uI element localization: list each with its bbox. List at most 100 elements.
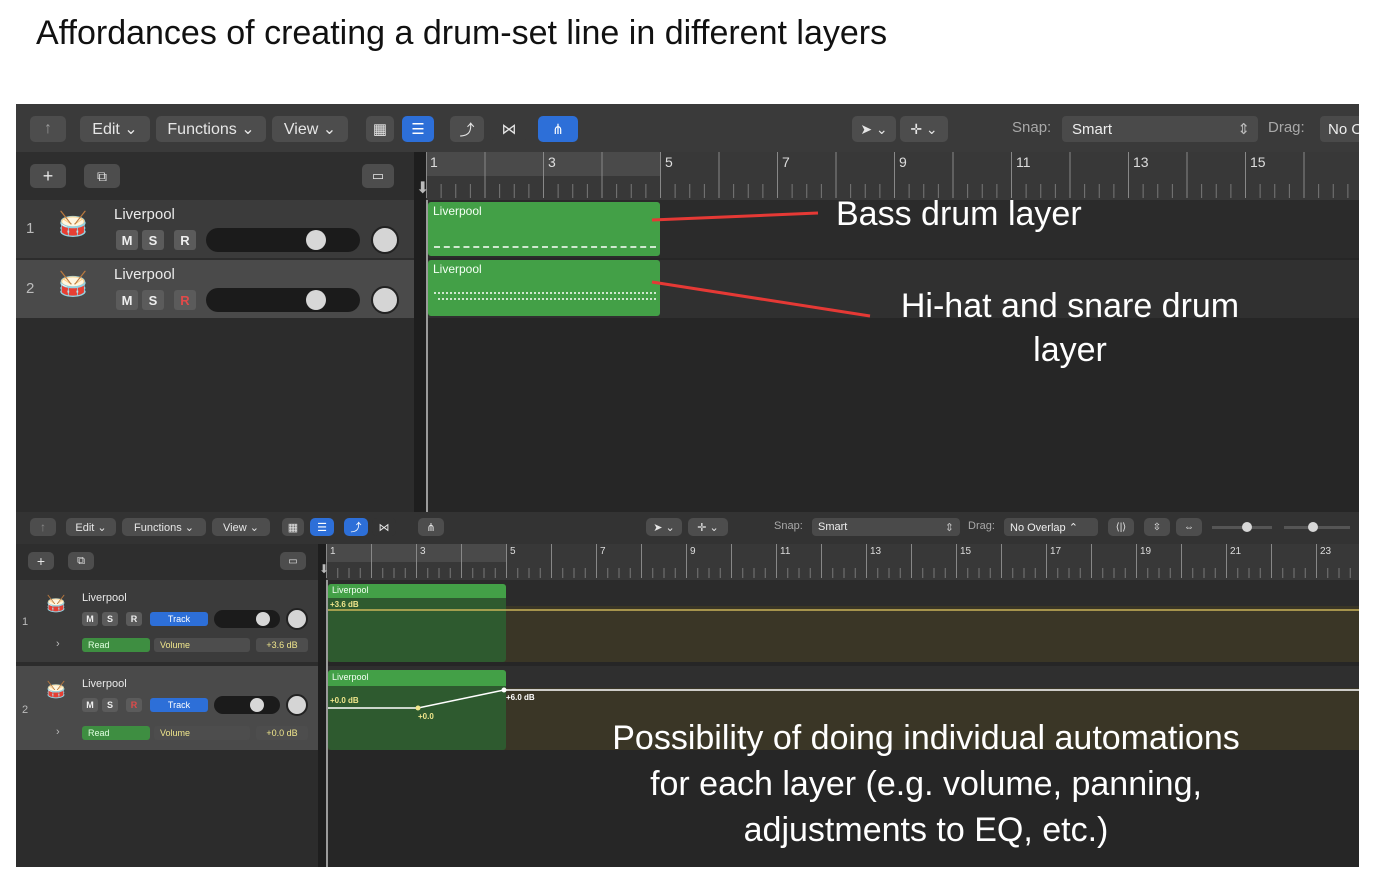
bowtie-icon[interactable]: ⋈ <box>372 518 396 536</box>
automation-value[interactable]: +3.6 dB <box>256 638 308 652</box>
volume-slider[interactable] <box>214 696 280 714</box>
snap-select[interactable]: Smart ⇕ <box>812 518 960 536</box>
automation-parameter: Volume <box>160 728 191 738</box>
snap-label: Snap: <box>774 520 803 532</box>
back-arrow-icon[interactable]: ↑ <box>30 518 56 536</box>
drag-select[interactable]: No Overlap ⌃ <box>1004 518 1098 536</box>
volume-slider-knob[interactable] <box>256 612 270 626</box>
pencil-curve-icon[interactable]: ⤴ <box>450 116 484 142</box>
track-number: 1 <box>26 220 35 237</box>
track-number: 2 <box>22 704 29 716</box>
volume-slider[interactable] <box>214 610 280 628</box>
mute-button[interactable]: M <box>116 230 138 250</box>
collapse-icon[interactable]: ▭ <box>362 164 394 188</box>
pointer-tool-icon[interactable]: ➤ ⌄ <box>852 116 896 142</box>
chevron-right-icon[interactable]: › <box>56 638 60 650</box>
solo-button[interactable]: S <box>102 612 118 626</box>
track-automation-button[interactable]: Track <box>150 612 208 626</box>
horizontal-zoom-icon[interactable]: ⇔ <box>1176 518 1202 536</box>
automation-mode-select[interactable]: Read <box>82 726 150 740</box>
waveform-zoom-icon[interactable]: ⟨|⟩ <box>1108 518 1134 536</box>
ruler-label: 23 <box>1320 546 1332 557</box>
record-button[interactable]: R <box>126 612 142 626</box>
list-icon[interactable]: ☰ <box>310 518 334 536</box>
collapse-icon[interactable]: ▭ <box>280 552 306 570</box>
view-menu[interactable]: View ⌄ <box>272 116 348 142</box>
crosshair-tool-icon[interactable]: ✛ ⌄ <box>688 518 728 536</box>
automation-mode-select[interactable]: Read <box>82 638 150 652</box>
top-track-2[interactable]: 2 🥁 Liverpool M S R <box>16 260 414 318</box>
volume-slider-knob[interactable] <box>306 290 326 310</box>
ruler-label: 5 <box>665 154 673 170</box>
volume-slider[interactable] <box>206 228 360 252</box>
automation-parameter-select[interactable]: Volume <box>154 726 250 740</box>
functions-menu[interactable]: Functions ⌄ <box>122 518 206 536</box>
playhead-icon[interactable]: ⬇ <box>416 178 436 198</box>
edit-menu[interactable]: Edit ⌄ <box>80 116 150 142</box>
ruler-label: 13 <box>870 546 882 557</box>
bottom-divider <box>318 544 326 867</box>
volume-slider[interactable] <box>206 288 360 312</box>
solo-button[interactable]: S <box>142 230 164 250</box>
vertical-zoom-icon[interactable]: ⇳ <box>1144 518 1170 536</box>
functions-menu[interactable]: Functions ⌄ <box>156 116 266 142</box>
grid-icon[interactable]: ▦ <box>366 116 394 142</box>
pan-knob[interactable] <box>371 286 399 314</box>
track-name: Liverpool <box>114 206 175 223</box>
split-tool-icon[interactable]: ⋔ <box>538 116 578 142</box>
view-menu[interactable]: View ⌄ <box>212 518 270 536</box>
automation-annotation-line-3: adjustments to EQ, etc.) <box>743 811 1109 849</box>
duplicate-icon[interactable]: ⧉ <box>68 552 94 570</box>
slider-knob[interactable] <box>1308 522 1318 532</box>
volume-slider-knob[interactable] <box>250 698 264 712</box>
pointer-tool-icon[interactable]: ➤ ⌄ <box>646 518 682 536</box>
bottom-track-1[interactable]: 1 🥁 Liverpool M S R Track › Read Volume … <box>16 580 318 662</box>
edit-menu[interactable]: Edit ⌄ <box>66 518 116 536</box>
ruler-label: 7 <box>600 546 606 557</box>
playhead-line <box>326 580 328 867</box>
automation-parameter: Volume <box>160 640 191 650</box>
horizontal-zoom-slider[interactable] <box>1284 522 1350 532</box>
pan-knob[interactable] <box>286 694 308 716</box>
vertical-zoom-slider[interactable] <box>1212 522 1272 532</box>
automation-line-track-2 <box>326 689 1359 709</box>
drum-kit-icon: 🥁 <box>46 682 66 699</box>
mute-button[interactable]: M <box>82 698 98 712</box>
bottom-toolbar: ↑ Edit ⌄ Functions ⌄ View ⌄ ▦ ☰ ⤴ ⋈ ⋔ ➤ … <box>16 512 1359 544</box>
slider-knob[interactable] <box>1242 522 1252 532</box>
automation-value[interactable]: +0.0 dB <box>256 726 308 740</box>
pencil-curve-icon[interactable]: ⤴ <box>344 518 368 536</box>
snap-value: Smart <box>818 521 848 533</box>
record-button[interactable]: R <box>126 698 142 712</box>
plus-icon[interactable]: + <box>30 164 66 188</box>
ruler-label: 19 <box>1140 546 1152 557</box>
track-automation-button[interactable]: Track <box>150 698 208 712</box>
page-title: Affordances of creating a drum-set line … <box>36 14 888 52</box>
crosshair-tool-icon[interactable]: ✛ ⌄ <box>900 116 948 142</box>
back-arrow-icon[interactable]: ↑ <box>30 116 66 142</box>
snap-select[interactable]: Smart ⇕ <box>1062 116 1258 142</box>
record-button[interactable]: R <box>174 290 196 310</box>
mute-button[interactable]: M <box>82 612 98 626</box>
chevron-right-icon[interactable]: › <box>56 726 60 738</box>
top-track-1[interactable]: 1 🥁 Liverpool M S R <box>16 200 414 258</box>
automation-parameter-select[interactable]: Volume <box>154 638 250 652</box>
playhead-icon[interactable]: ⬇ <box>319 562 329 576</box>
bowtie-icon[interactable]: ⋈ <box>492 116 526 142</box>
ruler-label: 15 <box>1250 154 1266 170</box>
drag-select[interactable]: No O <box>1320 116 1359 142</box>
plus-icon[interactable]: + <box>28 552 54 570</box>
grid-icon[interactable]: ▦ <box>282 518 304 536</box>
bottom-track-2[interactable]: 2 🥁 Liverpool M S R Track › Read Volume … <box>16 666 318 750</box>
list-icon[interactable]: ☰ <box>402 116 434 142</box>
pan-knob[interactable] <box>371 226 399 254</box>
record-button[interactable]: R <box>174 230 196 250</box>
solo-button[interactable]: S <box>102 698 118 712</box>
split-tool-icon[interactable]: ⋔ <box>418 518 444 536</box>
duplicate-icon[interactable]: ⧉ <box>84 164 120 188</box>
mute-button[interactable]: M <box>116 290 138 310</box>
solo-button[interactable]: S <box>142 290 164 310</box>
volume-slider-knob[interactable] <box>306 230 326 250</box>
pan-knob[interactable] <box>286 608 308 630</box>
automation-point <box>501 687 507 693</box>
